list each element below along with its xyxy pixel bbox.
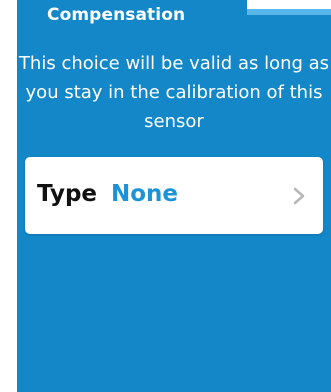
page-title: Compensation	[47, 5, 186, 25]
type-setting-label: Type	[37, 181, 98, 207]
chevron-right-icon	[293, 187, 305, 205]
compensation-screen: Compensation This choice will be valid a…	[0, 0, 331, 392]
type-setting-value: None	[111, 181, 179, 207]
compensation-description: This choice will be valid as long as you…	[18, 53, 330, 132]
type-setting-row[interactable]: Type None	[25, 157, 323, 234]
